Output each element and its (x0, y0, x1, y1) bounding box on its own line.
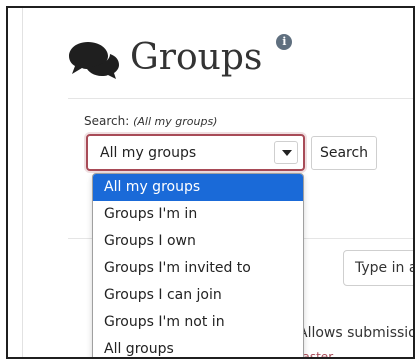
caret-down-icon[interactable] (274, 141, 298, 164)
filter-input[interactable]: Type in a s (343, 250, 413, 286)
chat-bubbles-icon (69, 42, 119, 79)
dropdown-option[interactable]: All groups (93, 336, 303, 357)
search-button[interactable]: Search (311, 136, 377, 170)
dropdown-option[interactable]: All my groups (93, 174, 303, 201)
browser-viewport: Groups i Search: (All my groups) All my … (6, 6, 415, 359)
group-filter-select[interactable]: All my groups (86, 134, 305, 171)
search-label: Search: (All my groups) (84, 114, 217, 128)
select-current-value: All my groups (100, 145, 197, 161)
dropdown-option[interactable]: Groups I own (93, 228, 303, 255)
dropdown-option[interactable]: Groups I'm invited to (93, 255, 303, 282)
filter-input-placeholder: Type in a s (355, 260, 413, 276)
dropdown-option[interactable]: Groups I'm not in (93, 309, 303, 336)
page-header: Groups i (68, 34, 293, 80)
dropdown-option[interactable]: Groups I can join (93, 282, 303, 309)
group-description: Allows submission (298, 325, 415, 341)
search-label-hint: (All my groups) (133, 115, 218, 128)
group-filter-dropdown: All my groups Groups I'm in Groups I own Gr… (92, 173, 304, 357)
header-divider (68, 98, 413, 99)
page-title: Groups (130, 37, 263, 78)
info-icon[interactable]: i (276, 34, 293, 50)
search-label-text: Search: (84, 114, 130, 128)
dropdown-option[interactable]: Groups I'm in (93, 201, 303, 228)
